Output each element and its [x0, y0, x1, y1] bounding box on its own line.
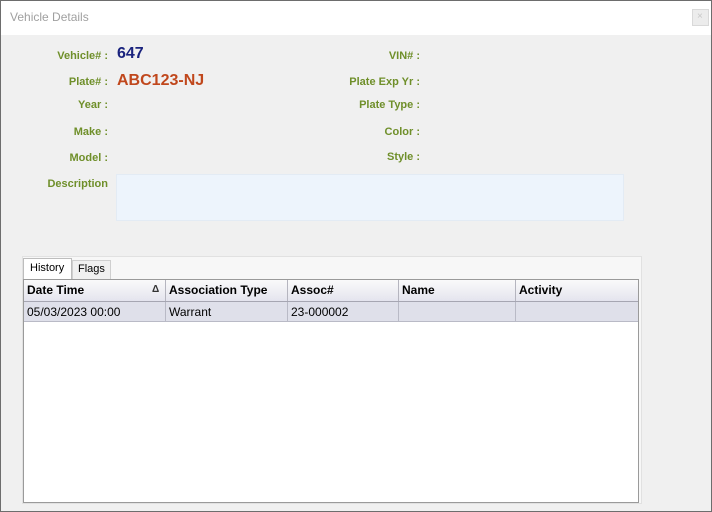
column-header-activity[interactable]: Activity	[516, 280, 638, 301]
model-label: Model :	[69, 152, 109, 164]
color-label: Color :	[384, 126, 420, 138]
history-grid: Date Time Δ Association Type Assoc# Name…	[23, 279, 639, 503]
vehicle-details-window: Vehicle Details × Vehicle# : 647 Plate# …	[0, 0, 712, 512]
title-bar: Vehicle Details ×	[1, 1, 711, 35]
style-label: Style :	[386, 151, 420, 163]
column-header-label: Date Time	[27, 283, 85, 297]
plate-number-value: ABC123-NJ	[117, 72, 205, 89]
column-header-date-time[interactable]: Date Time Δ	[24, 280, 166, 301]
plate-type-label: Plate Type :	[359, 99, 420, 111]
cell-association-type: Warrant	[166, 302, 288, 321]
vehicle-number-label: Vehicle# :	[57, 50, 108, 62]
window-title: Vehicle Details	[10, 10, 89, 24]
cell-activity	[516, 302, 638, 321]
tab-flags[interactable]: Flags	[72, 260, 111, 279]
grid-header: Date Time Δ Association Type Assoc# Name…	[24, 280, 638, 302]
column-header-name[interactable]: Name	[399, 280, 516, 301]
plate-exp-year-label: Plate Exp Yr :	[349, 76, 420, 88]
description-field[interactable]	[116, 174, 624, 221]
vin-label: VIN# :	[388, 50, 420, 62]
year-label: Year :	[78, 99, 108, 111]
sort-ascending-icon: Δ	[152, 284, 160, 295]
vehicle-number-value: 647	[117, 45, 144, 62]
description-label: Description	[47, 178, 108, 190]
plate-number-label: Plate# :	[68, 76, 108, 88]
column-header-assoc-number[interactable]: Assoc#	[288, 280, 399, 301]
column-header-association-type[interactable]: Association Type	[166, 280, 288, 301]
cell-assoc-number: 23-000002	[288, 302, 399, 321]
cell-name	[399, 302, 516, 321]
make-label: Make :	[73, 126, 108, 138]
close-icon: ×	[697, 11, 703, 22]
table-row[interactable]: 05/03/2023 00:00 Warrant 23-000002	[24, 302, 638, 322]
tab-history[interactable]: History	[23, 258, 72, 279]
close-button[interactable]: ×	[692, 9, 709, 26]
cell-date-time: 05/03/2023 00:00	[24, 302, 166, 321]
